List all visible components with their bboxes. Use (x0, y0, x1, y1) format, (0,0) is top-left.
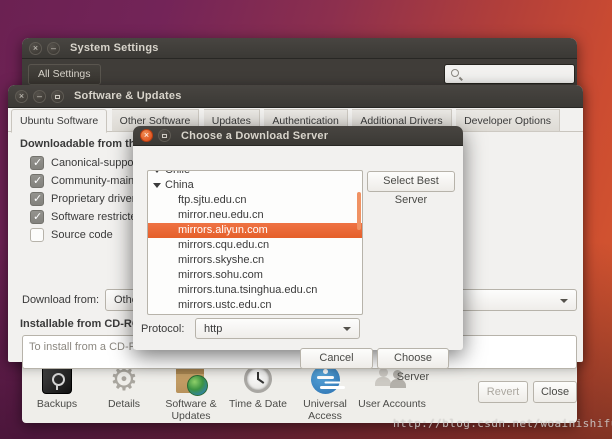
protocol-label: Protocol: (141, 323, 185, 335)
list-item-server[interactable]: mirrors.skyshe.cn (148, 253, 362, 268)
list-item-country[interactable]: Chile (148, 170, 362, 178)
list-item-label: mirrors.cqu.edu.cn (178, 239, 270, 251)
list-item-label: ftp.sjtu.edu.cn (178, 194, 247, 206)
expander-icon (153, 183, 161, 188)
safe-icon (42, 365, 72, 394)
checkbox-software-restricted[interactable]: Software restricted (30, 210, 143, 224)
choose-server-button[interactable]: Choose Server (377, 348, 449, 383)
dock-item-label: Time & Date (229, 398, 287, 410)
choose-download-server-dialog: × Choose a Download Server Chile China f… (133, 126, 463, 383)
chevron-down-icon (560, 299, 568, 303)
tab-developer-options[interactable]: Developer Options (456, 109, 561, 132)
checkbox-source-code[interactable]: Source code (30, 228, 113, 242)
checkbox-icon (30, 156, 44, 170)
list-item-label: mirrors.skyshe.cn (178, 254, 265, 266)
dialog-title: Choose a Download Server (181, 129, 329, 142)
close-button[interactable]: Close (533, 381, 577, 403)
close-icon[interactable]: × (140, 129, 153, 142)
list-item-server[interactable]: mirrors.ustc.edu.cn (148, 298, 362, 313)
dialog-titlebar: × Choose a Download Server (133, 126, 463, 146)
list-item-server[interactable]: mirrors.yun-idc.com (148, 313, 362, 315)
system-settings-titlebar: × – System Settings (22, 38, 577, 59)
list-item-label: mirrors.ustc.edu.cn (178, 299, 272, 311)
server-list: Chile China ftp.sjtu.edu.cn mirror.neu.e… (147, 170, 363, 315)
list-item-label: mirrors.yun-idc.com (178, 314, 275, 315)
checkbox-icon (30, 174, 44, 188)
watermark-text: http://blog.csdn.net/woainishifu (393, 417, 612, 430)
window-title: Software & Updates (74, 90, 182, 102)
dock-item-label: Backups (36, 398, 78, 410)
maximize-icon[interactable] (51, 89, 64, 103)
list-item-label: China (165, 179, 194, 191)
search-icon (451, 69, 459, 77)
list-item-label: mirrors.aliyun.com (178, 224, 268, 236)
protocol-value: http (204, 323, 223, 335)
expander-icon (153, 171, 161, 173)
list-item-label: mirror.neu.edu.cn (178, 209, 264, 221)
select-best-server-button[interactable]: Select Best Server (367, 171, 455, 206)
minimize-icon[interactable]: – (47, 41, 60, 55)
checkbox-label: Software restricted (51, 211, 143, 223)
list-item-server[interactable]: mirror.neu.edu.cn (148, 208, 362, 223)
package-globe-icon (176, 366, 208, 396)
dock-item-time-date[interactable]: Time & Date (223, 362, 293, 422)
dock-item-details[interactable]: ⚙ Details (89, 362, 159, 422)
minimize-icon[interactable]: – (33, 89, 46, 103)
download-from-label: Download from: (22, 294, 100, 306)
list-item-label: Chile (165, 170, 191, 176)
accessibility-icon (311, 365, 340, 394)
dock-item-label: Software & Updates (165, 398, 217, 422)
all-settings-button[interactable]: All Settings (28, 64, 101, 85)
chevron-down-icon (343, 327, 351, 331)
clock-icon (244, 365, 272, 393)
list-item-server[interactable]: mirrors.cqu.edu.cn (148, 238, 362, 253)
revert-button[interactable]: Revert (478, 381, 528, 403)
cdrom-placeholder: To install from a CD-RO (29, 341, 146, 353)
close-icon[interactable]: × (15, 89, 28, 103)
checkbox-proprietary-drivers[interactable]: Proprietary drivers f (30, 192, 147, 206)
protocol-dropdown[interactable]: http (195, 318, 360, 339)
search-input[interactable] (444, 64, 575, 84)
checkbox-icon (30, 192, 44, 206)
checkbox-label: Source code (51, 229, 113, 241)
list-item-server[interactable]: ftp.sjtu.edu.cn (148, 193, 362, 208)
cancel-button[interactable]: Cancel (300, 348, 373, 369)
dock-item-universal-access[interactable]: Universal Access (290, 362, 360, 422)
settings-icon-grid: Backups ⚙ Details Software & Updates Tim… (22, 362, 447, 422)
tab-ubuntu-software[interactable]: Ubuntu Software (11, 109, 108, 133)
dock-item-label: Universal Access (303, 398, 347, 422)
desktop-background: × – System Settings All Settings Backups… (0, 0, 612, 439)
list-item-label: mirrors.tuna.tsinghua.edu.cn (178, 284, 318, 296)
checkbox-icon (30, 228, 44, 242)
list-item-server[interactable]: mirrors.sohu.com (148, 268, 362, 283)
close-icon[interactable]: × (29, 41, 42, 55)
list-item-label: mirrors.sohu.com (178, 269, 263, 281)
dock-item-label: User Accounts (358, 398, 426, 410)
list-item-server-selected[interactable]: mirrors.aliyun.com (148, 223, 362, 238)
scrollbar[interactable] (357, 192, 361, 230)
list-item-server[interactable]: mirrors.tuna.tsinghua.edu.cn (148, 283, 362, 298)
dialog-body: Chile China ftp.sjtu.edu.cn mirror.neu.e… (133, 146, 463, 383)
list-item-country[interactable]: China (148, 178, 362, 193)
checkbox-icon (30, 210, 44, 224)
maximize-icon[interactable] (158, 129, 171, 142)
dock-item-label: Details (107, 398, 141, 410)
software-updates-titlebar: × – Software & Updates (8, 85, 583, 108)
section-cdrom-heading: Installable from CD-ROM (20, 318, 150, 330)
window-title: System Settings (70, 42, 159, 54)
section-downloadable-heading: Downloadable from the (20, 138, 142, 150)
dock-item-backups[interactable]: Backups (22, 362, 92, 422)
dock-item-software-updates[interactable]: Software & Updates (156, 362, 226, 422)
